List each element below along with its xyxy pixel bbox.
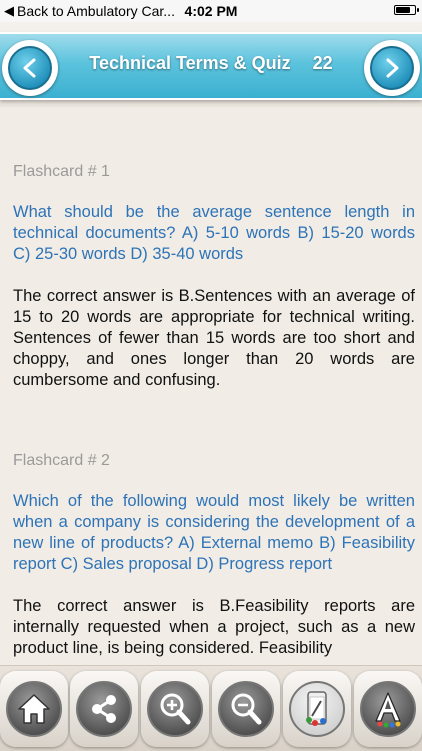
title-text: Technical Terms & Quiz (89, 53, 291, 73)
zoom-in-button[interactable] (141, 671, 209, 747)
share-icon (76, 681, 132, 737)
flashcard-question: Which of the following would most likely… (13, 492, 415, 573)
title-banner: Technical Terms & Quiz 22 (0, 32, 422, 100)
back-chevron-icon: ◀ (4, 3, 14, 18)
flashcard-answer: The correct answer is B.Sentences with a… (13, 287, 415, 389)
page-title: Technical Terms & Quiz 22 (60, 53, 362, 74)
zoom-out-icon (218, 681, 274, 737)
flashcard-label: Flashcard # 1 (13, 163, 110, 180)
home-button[interactable] (0, 671, 68, 747)
theme-icon (289, 681, 345, 737)
chevron-right-icon (370, 46, 414, 90)
bottom-toolbar (0, 665, 422, 751)
back-to-app-link[interactable]: ◀ Back to Ambulatory Car... (0, 3, 184, 19)
chevron-left-icon (8, 46, 52, 90)
flashcard-list[interactable]: Flashcard # 1 What should be the average… (0, 107, 422, 665)
status-bar: ◀ Back to Ambulatory Car... 4:02 PM (0, 0, 422, 22)
font-icon (360, 681, 416, 737)
zoom-in-icon (147, 681, 203, 737)
zoom-out-button[interactable] (212, 671, 280, 747)
title-count: 22 (312, 53, 333, 73)
flashcard-question: What should be the average sentence leng… (13, 203, 415, 263)
next-button[interactable] (364, 40, 420, 96)
share-button[interactable] (70, 671, 138, 747)
theme-button[interactable] (283, 671, 351, 747)
battery-icon (394, 5, 419, 15)
back-label: Back to Ambulatory Car... (17, 3, 175, 19)
previous-button[interactable] (2, 40, 58, 96)
header: Technical Terms & Quiz 22 (0, 22, 422, 107)
flashcard-1: Flashcard # 1 What should be the average… (13, 163, 415, 391)
font-button[interactable] (354, 671, 422, 747)
flashcard-2: Flashcard # 2 Which of the following wou… (13, 452, 415, 659)
flashcard-label: Flashcard # 2 (13, 452, 110, 469)
flashcard-answer: The correct answer is B.Feasibility repo… (13, 597, 415, 657)
home-icon (6, 681, 62, 737)
